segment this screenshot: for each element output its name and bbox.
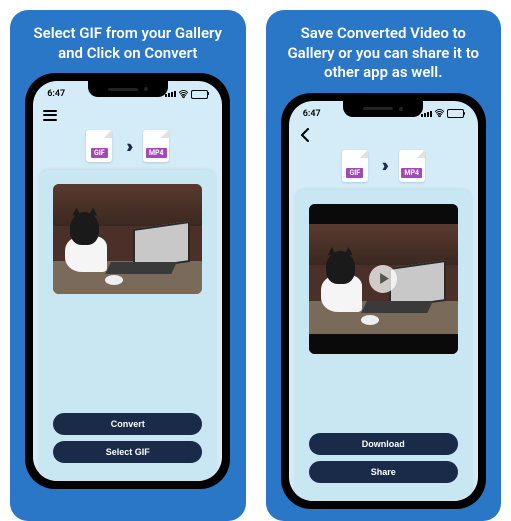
status-time: 6:47 [47,89,65,99]
wifi-icon [179,90,188,99]
mp4-file-icon: MP4 [143,130,169,162]
play-icon[interactable] [369,265,397,293]
content-card: Download Share [295,190,472,501]
phone-frame: 6:47 GIF ›› MP4 [25,73,230,489]
arrow-icon: ›› [382,155,385,176]
arrow-icon: ›› [126,136,129,157]
phone-frame: 6:47 GIF ›› MP4 [281,93,486,509]
gif-file-icon: GIF [342,150,368,182]
wifi-icon [435,109,444,118]
promo-panel-left: Select GIF from your Gallery and Click o… [10,10,246,521]
status-time: 6:47 [303,109,321,119]
content-card: Convert Select GIF [39,170,216,481]
panel-caption: Save Converted Video to Gallery or you c… [276,24,492,83]
gif-file-icon: GIF [86,130,112,162]
battery-icon [447,109,464,118]
top-bar [289,124,478,146]
promo-panel-right: Save Converted Video to Gallery or you c… [266,10,502,521]
select-gif-button[interactable]: Select GIF [53,441,202,463]
panel-caption: Select GIF from your Gallery and Click o… [20,24,236,63]
phone-notch [88,81,168,97]
back-icon[interactable] [299,128,311,142]
signal-icon [165,91,176,97]
phone-screen: 6:47 GIF ›› MP4 [33,81,222,481]
format-row: GIF ›› MP4 [289,146,478,190]
mp4-file-icon: MP4 [399,150,425,182]
phone-notch [343,101,423,117]
format-row: GIF ›› MP4 [33,126,222,170]
signal-icon [421,111,432,117]
convert-button[interactable]: Convert [53,413,202,435]
battery-icon [191,90,208,99]
gif-preview[interactable] [53,184,202,294]
top-bar [33,104,222,126]
hamburger-icon[interactable] [43,110,57,121]
video-preview[interactable] [309,204,458,354]
phone-screen: 6:47 GIF ›› MP4 [289,101,478,501]
download-button[interactable]: Download [309,433,458,455]
share-button[interactable]: Share [309,461,458,483]
